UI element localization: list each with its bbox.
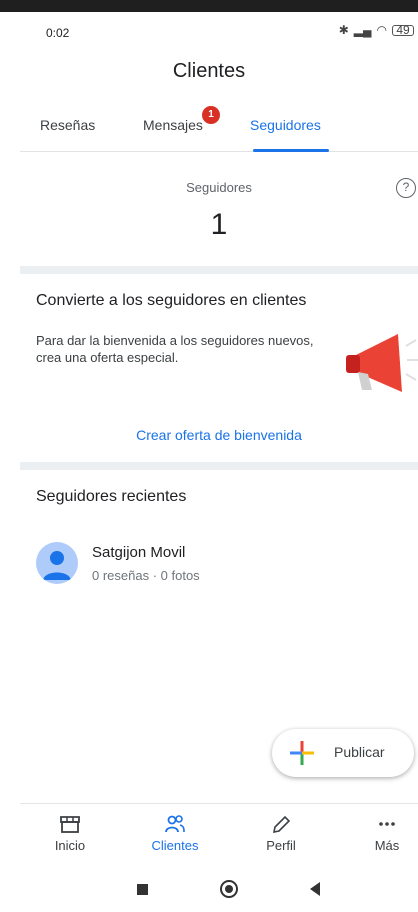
top-edge [0, 0, 418, 12]
followers-label: Seguidores [186, 180, 252, 195]
nav-mas-label: Más [374, 838, 400, 853]
create-offer-link[interactable]: Crear oferta de bienvenida [20, 427, 418, 443]
promo-card-title: Convierte a los seguidores en clientes [36, 292, 307, 309]
pencil-icon [272, 815, 291, 834]
megaphone-icon [346, 334, 418, 392]
bluetooth-icon: ✱ [338, 23, 349, 37]
tab-seguidores[interactable]: Seguidores [250, 117, 321, 133]
store-icon [60, 816, 80, 833]
nav-inicio-label: Inicio [54, 838, 86, 853]
bottom-navigation: Inicio Clientes Perfil Más [20, 803, 418, 867]
status-bar: 0:02 ✱ ▂▄ ◠ 49 [20, 12, 418, 52]
avatar[interactable] [36, 542, 78, 584]
section-divider [20, 462, 418, 470]
help-icon[interactable]: ? [396, 178, 416, 198]
messages-badge: 1 [202, 106, 220, 124]
publish-button[interactable]: Publicar [272, 729, 414, 777]
publish-label: Publicar [334, 744, 385, 760]
system-navigation [0, 868, 418, 912]
recent-followers-title: Seguidores recientes [36, 488, 187, 505]
section-divider [20, 266, 418, 274]
tab-resenas[interactable]: Reseñas [40, 117, 95, 133]
nav-clientes-label: Clientes [151, 838, 199, 853]
more-icon [379, 822, 395, 826]
battery-icon: 49 [392, 24, 414, 36]
nav-inicio[interactable]: Inicio [25, 814, 115, 853]
nav-mas[interactable]: Más [342, 814, 418, 853]
tab-mensajes[interactable]: Mensajes [143, 117, 203, 133]
wifi-icon: ◠ [376, 23, 387, 37]
tab-bar: Reseñas Mensajes 1 Seguidores [20, 106, 418, 152]
followers-count: 1 [210, 208, 228, 241]
signal-icon: ▂▄ [353, 23, 372, 37]
status-time: 0:02 [46, 26, 70, 40]
nav-perfil-label: Perfil [266, 838, 296, 853]
person-icon [43, 551, 71, 580]
back-icon[interactable] [310, 882, 320, 896]
recents-icon[interactable] [137, 884, 148, 895]
people-icon [165, 815, 185, 833]
promo-card-text: Para dar la bienvenida a los seguidores … [36, 333, 314, 365]
follower-meta: 0 reseñas · 0 fotos [92, 568, 200, 583]
follower-name[interactable]: Satgijon Movil [92, 544, 185, 561]
nav-clientes[interactable]: Clientes [130, 814, 220, 853]
status-icons: ✱ ▂▄ ◠ 49 [339, 23, 414, 37]
page-title: Clientes [172, 60, 246, 82]
active-tab-indicator [253, 149, 329, 152]
nav-perfil[interactable]: Perfil [236, 814, 326, 853]
plus-icon [290, 741, 314, 765]
home-icon[interactable] [220, 880, 238, 898]
